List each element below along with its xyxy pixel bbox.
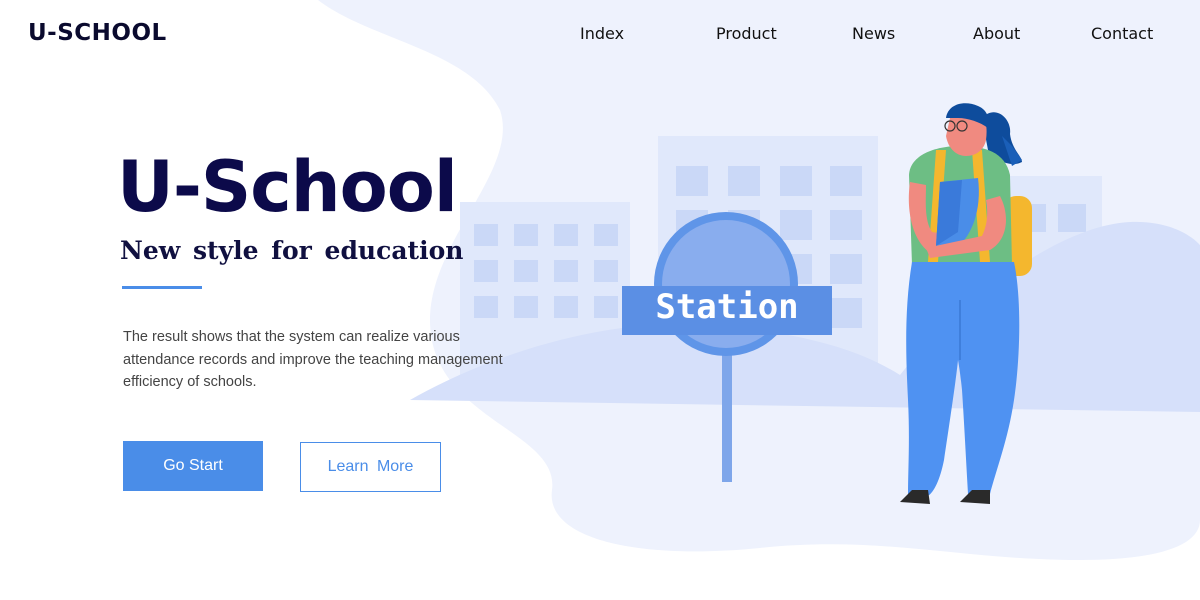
station-sign-text: Station [655, 287, 798, 327]
nav-item-contact[interactable]: Contact [1091, 24, 1153, 43]
learn-more-button[interactable]: Learn More [300, 442, 441, 492]
main-nav: Index Product News About Contact [0, 24, 1200, 48]
hero-description: The result shows that the system can rea… [123, 329, 503, 390]
hero-subtitle: New style for education [120, 236, 464, 265]
hero-title: U-School [117, 146, 458, 228]
nav-item-news[interactable]: News [852, 24, 895, 43]
go-start-button[interactable]: Go Start [123, 441, 263, 491]
nav-item-product[interactable]: Product [716, 24, 777, 43]
nav-item-index[interactable]: Index [580, 24, 624, 43]
hero-illustration: Station [318, 0, 1200, 560]
title-divider [122, 286, 202, 289]
nav-item-about[interactable]: About [973, 24, 1020, 43]
